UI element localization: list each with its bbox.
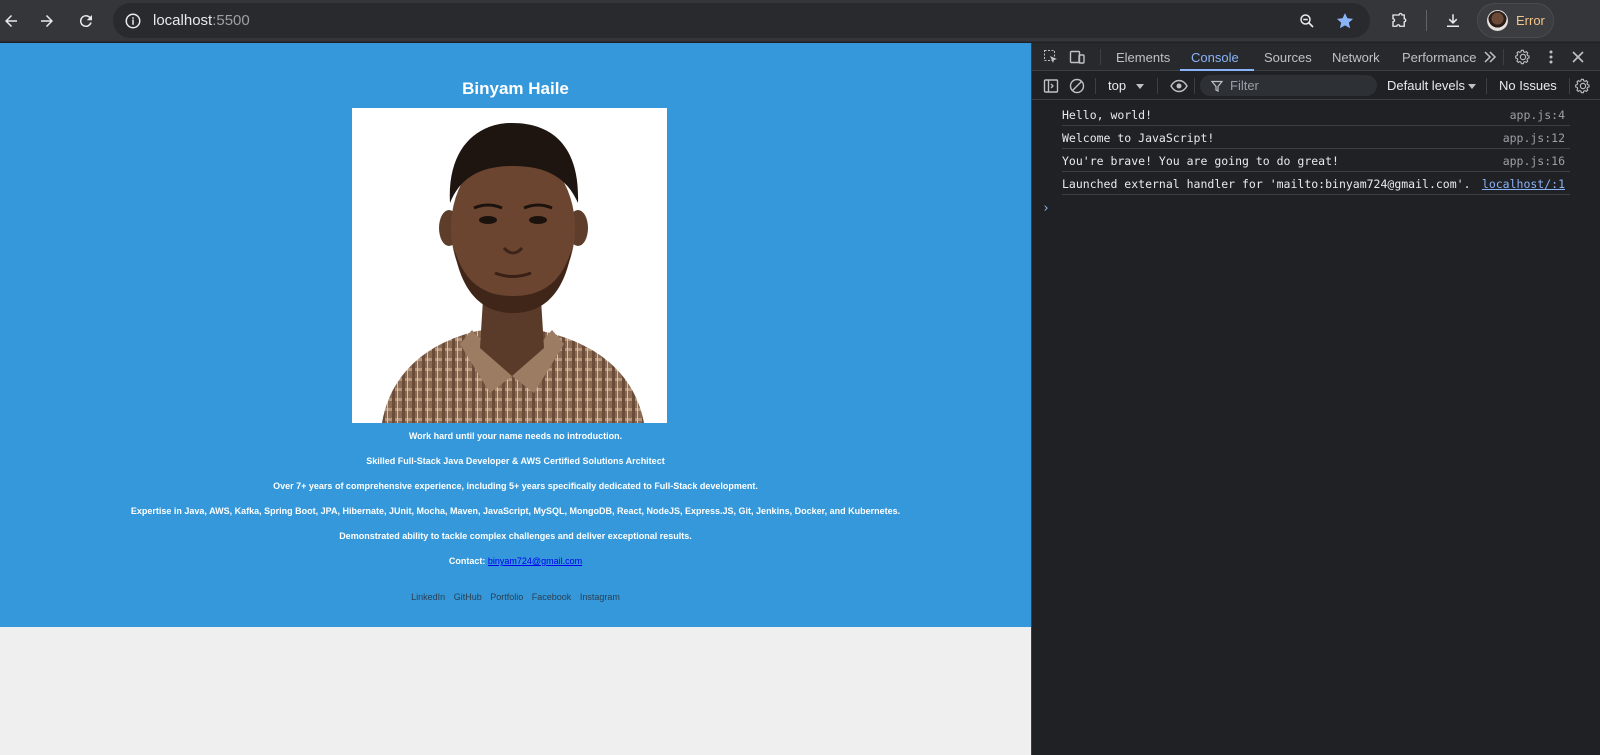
toolbar-separator: [1486, 78, 1487, 94]
more-options-icon[interactable]: [1542, 48, 1560, 66]
toolbar-separator: [1157, 78, 1158, 94]
log-message: Launched external handler for 'mailto:bi…: [1062, 177, 1471, 191]
arrow-left-icon: [5, 15, 17, 27]
tab-separator: [1100, 49, 1101, 65]
zoom-icon[interactable]: [1296, 10, 1318, 32]
extensions-button[interactable]: [1384, 6, 1414, 36]
log-source-link[interactable]: localhost/:1: [1482, 177, 1565, 191]
site-info-icon[interactable]: [123, 11, 142, 30]
download-icon: [1447, 14, 1459, 27]
tab-separator: [1503, 49, 1504, 65]
expertise-text: Expertise in Java, AWS, Kafka, Spring Bo…: [130, 506, 901, 516]
url-host: localhost: [153, 12, 213, 29]
tab-elements[interactable]: Elements: [1116, 50, 1170, 65]
log-message: Welcome to JavaScript!: [1062, 131, 1215, 145]
console-log-row[interactable]: Hello, world! app.js:4: [1032, 103, 1600, 126]
avatar: [1487, 10, 1508, 31]
contact-line: Contact: binyam724@gmail.com: [0, 556, 1031, 566]
social-link-linkedin[interactable]: LinkedIn: [411, 592, 445, 602]
context-selector[interactable]: top: [1108, 78, 1126, 93]
social-link-instagram[interactable]: Instagram: [580, 592, 620, 602]
console-toolbar: top Filter Default levels No Issues: [1032, 72, 1600, 100]
experience-text: Over 7+ years of comprehensive experienc…: [273, 481, 758, 491]
console-settings-gear-icon[interactable]: [1574, 77, 1592, 95]
close-icon[interactable]: [1569, 48, 1587, 66]
console-prompt[interactable]: ›: [1042, 201, 1050, 216]
log-divider: [1062, 194, 1570, 195]
log-source-link[interactable]: app.js:12: [1503, 131, 1565, 145]
settings-gear-icon[interactable]: [1514, 48, 1532, 66]
console-log-row[interactable]: You're brave! You are going to do great!…: [1032, 149, 1600, 172]
filter-funnel-icon: [1208, 77, 1226, 95]
issues-counter[interactable]: No Issues: [1499, 78, 1557, 93]
browser-toolbar: localhost:5500 Error: [0, 0, 1600, 42]
live-expression-eye-icon[interactable]: [1170, 77, 1188, 95]
tab-network[interactable]: Network: [1332, 50, 1380, 65]
profile-button[interactable]: Error: [1477, 3, 1554, 38]
url-port: :5500: [212, 12, 250, 29]
chevron-down-icon: [1463, 77, 1481, 95]
devtools-panel: Elements Console Sources Network Perform…: [1031, 43, 1600, 755]
device-toolbar-icon[interactable]: [1068, 48, 1086, 66]
profile-status-label: Error: [1516, 13, 1545, 28]
arrow-right-icon: [41, 15, 53, 27]
page-title: Binyam Haile: [462, 79, 569, 98]
page-viewport: Binyam Haile Work hard until your name n…: [0, 43, 1031, 755]
reload-icon: [79, 15, 92, 28]
toolbar-separator: [1194, 78, 1195, 94]
clear-console-icon[interactable]: [1068, 77, 1086, 95]
sidebar-toggle-icon[interactable]: [1042, 77, 1060, 95]
tab-performance[interactable]: Performance: [1402, 50, 1476, 65]
social-link-github[interactable]: GitHub: [454, 592, 482, 602]
log-source-link[interactable]: app.js:16: [1503, 154, 1565, 168]
toolbar-separator: [1569, 78, 1570, 94]
reload-button[interactable]: [71, 6, 101, 36]
bookmark-star-icon[interactable]: [1333, 9, 1357, 33]
forward-button[interactable]: [32, 6, 62, 36]
chevron-down-icon: [1131, 77, 1149, 95]
console-filter-input[interactable]: Filter: [1200, 75, 1377, 96]
tab-sources[interactable]: Sources: [1264, 50, 1312, 65]
inspect-element-icon[interactable]: [1042, 48, 1060, 66]
profile-photo: [352, 108, 667, 423]
social-link-facebook[interactable]: Facebook: [532, 592, 572, 602]
active-tab-indicator: [1180, 69, 1254, 71]
social-link-portfolio[interactable]: Portfolio: [490, 592, 523, 602]
contact-email-link[interactable]: binyam724@gmail.com: [488, 556, 582, 566]
console-log-row[interactable]: Welcome to JavaScript! app.js:12: [1032, 126, 1600, 149]
more-tabs-icon[interactable]: [1481, 48, 1499, 66]
address-bar[interactable]: localhost:5500: [113, 3, 1370, 38]
contact-label: Contact:: [448, 556, 486, 566]
log-source-link[interactable]: app.js:4: [1510, 108, 1565, 122]
log-levels-dropdown[interactable]: Default levels: [1387, 78, 1465, 93]
back-button[interactable]: [0, 6, 26, 36]
console-log-row[interactable]: Launched external handler for 'mailto:bi…: [1032, 172, 1600, 195]
motto-text: Work hard until your name needs no intro…: [408, 431, 623, 441]
toolbar-divider: [1426, 10, 1427, 31]
toolbar-separator: [1095, 78, 1096, 94]
url-text[interactable]: localhost:5500: [153, 12, 250, 29]
puzzle-icon: [1392, 12, 1407, 27]
tab-console[interactable]: Console: [1191, 50, 1239, 65]
log-message: Hello, world!: [1062, 108, 1153, 122]
ability-text: Demonstrated ability to tackle complex c…: [339, 531, 692, 541]
profile-section: Binyam Haile Work hard until your name n…: [0, 43, 1031, 627]
log-message: You're brave! You are going to do great!: [1062, 154, 1339, 168]
devtools-tab-bar: Elements Console Sources Network Perform…: [1032, 43, 1600, 71]
role-text: Skilled Full-Stack Java Developer & AWS …: [366, 456, 665, 466]
downloads-button[interactable]: [1438, 6, 1468, 36]
social-links: LinkedIn GitHub Portfolio Facebook Insta…: [0, 592, 1031, 602]
filter-placeholder: Filter: [1230, 78, 1259, 93]
